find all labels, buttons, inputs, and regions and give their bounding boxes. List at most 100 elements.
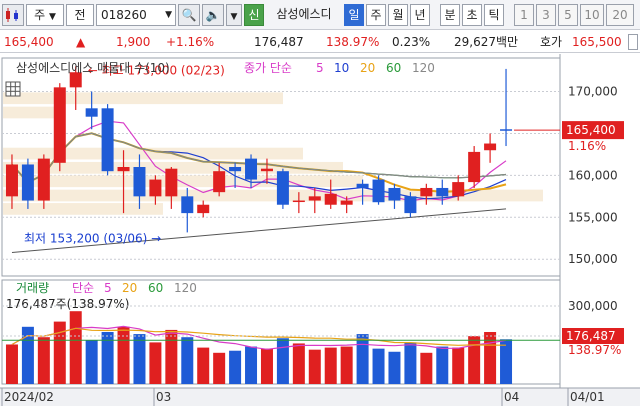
candle-body [85,108,98,117]
candle-body [420,187,433,197]
current-price-tag: 165,400 [566,123,616,137]
volume-summary: 176,487주(138.97%) [6,297,129,311]
chevron-down-icon: ▼ [48,12,56,22]
market-badge: 신 [244,4,264,26]
current-volume-pct: 138.97% [568,343,621,357]
candle-body [101,108,114,172]
candle-body [340,200,353,205]
candle-body [149,179,162,197]
search-icon: 🔍 [181,8,197,22]
price-axis-tick: 150,000 [568,252,618,266]
current-volume-tag: 176,487 [566,329,616,343]
candle-body [245,158,258,180]
interval-3[interactable]: 3 [536,4,556,26]
price-panel-title: 삼성에스디에스 매물대 수(10) [16,61,170,75]
volume-bar [85,340,98,384]
candle-body [372,179,385,203]
period-tab-month[interactable]: 월 [388,4,408,26]
candle-body [356,183,369,188]
x-axis-label: 2024/02 [4,390,54,404]
ma-legend-10: 10 [334,61,349,75]
candle-body [21,164,34,201]
speaker-icon: 🔈 [205,8,221,22]
ask-price: 165,500 [572,35,622,49]
prev-next-button[interactable]: ▼ [226,4,242,26]
price-change-pct: +1.16% [166,35,215,49]
interval-20[interactable]: 20 [606,4,634,26]
volume-bar [37,337,50,384]
current-price: 165,400 [4,35,54,49]
volume-bar [372,348,385,384]
interval-5[interactable]: 5 [558,4,578,26]
volume-bar [149,342,162,384]
ma-legend-20: 20 [360,61,375,75]
volume-profile-band [3,147,303,160]
candle-body [436,187,449,197]
price-change: 1,900 [116,35,151,49]
candle-body [308,196,321,201]
type-select[interactable]: 전 [66,4,94,26]
volume-bar [356,334,369,384]
volume-bar [388,351,401,384]
sound-button[interactable]: 🔈 [202,4,224,26]
trade-amount: 29,627백만 [454,35,519,49]
chart-area[interactable]: 170,000165,000160,000155,000150,000 ← 최고… [0,54,640,406]
search-button[interactable]: 🔍 [178,4,200,26]
candle-body [213,171,226,193]
ma-legend-120: 120 [412,61,435,75]
candle-body [53,87,66,163]
price-axis-tick: 160,000 [568,168,618,182]
current-price-pct: 1.16% [568,139,606,153]
up-arrow-icon: ▲ [76,35,86,49]
volume-bar [276,338,289,384]
candle-body [133,167,146,197]
volume-bar [420,352,433,384]
menu-select[interactable]: 주 ▼ [26,4,64,26]
candle-body [197,204,210,214]
candle-body [404,196,417,214]
candle-body [181,196,194,214]
stock-name-field: 삼성에스디 [276,7,332,21]
candle-body [276,171,289,205]
stock-chart[interactable]: 170,000165,000160,000155,000150,000 ← 최고… [0,54,640,406]
period-tab-day[interactable]: 일 [344,4,364,26]
volume-ma-legend-20: 20 [122,281,137,295]
quote-bar: 165,400 ▲ 1,900 +1.16% 176,487 138.97% 0… [0,31,640,53]
volume-bar [69,311,82,384]
volume-bar [500,339,513,384]
volume-bar [133,334,146,384]
volume-ma-legend-120: 120 [174,281,197,295]
period-tab-tick[interactable]: 틱 [484,4,504,26]
volume-bar [260,348,273,384]
ma-legend-60: 60 [386,61,401,75]
interval-10[interactable]: 10 [580,4,604,26]
volume-bar [213,352,226,384]
volume-bar [324,347,337,384]
period-tab-minute[interactable]: 분 [440,4,460,26]
grid-settings-icon [5,81,21,97]
candle-body [468,151,481,183]
ma-legend-5: 5 [316,61,324,75]
period-tab-second[interactable]: 초 [462,4,482,26]
chart-menu-button[interactable] [2,4,24,26]
candle-body [117,167,130,172]
candle-body [324,193,337,205]
volume-bar [404,342,417,384]
volume-bar [292,343,305,384]
turnover-rate: 0.23% [392,35,431,49]
candle-body [5,164,18,197]
period-tab-year[interactable]: 년 [410,4,430,26]
period-tab-week[interactable]: 주 [366,4,386,26]
interval-1[interactable]: 1 [514,4,534,26]
price-axis-tick: 155,000 [568,210,618,224]
volume-ma-legend-5: 5 [104,281,112,295]
volume-bar [197,347,210,384]
candle-body [500,129,513,131]
volume-profile-band [3,92,283,105]
stock-code-input[interactable]: 018260 ▼ [96,4,176,26]
volume-bar [181,337,194,384]
volume-bar [165,329,178,384]
volume-bar [117,326,130,384]
volume-bar [436,346,449,384]
candle-body [260,168,273,172]
